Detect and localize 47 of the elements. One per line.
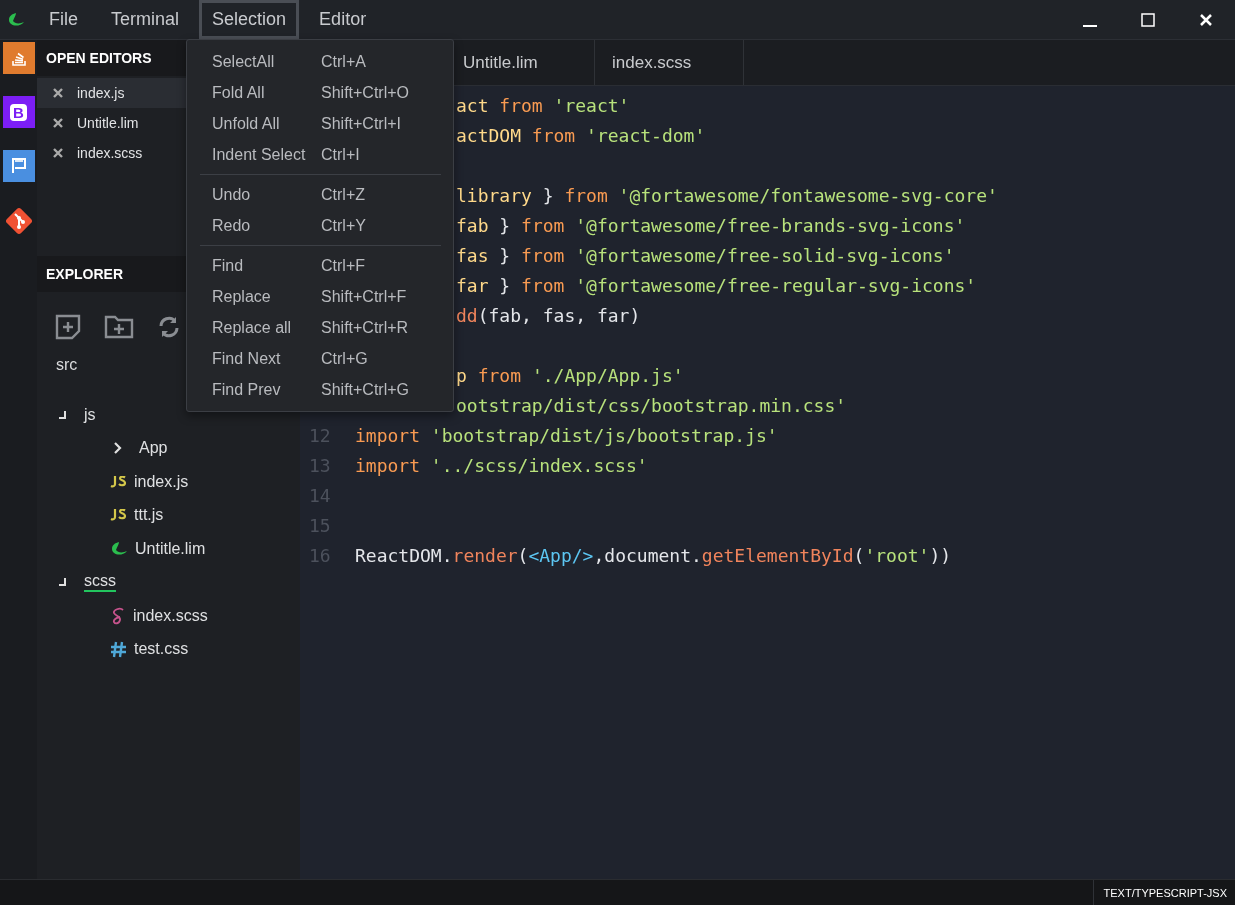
code-line: import '../scss/index.scss' <box>355 454 648 476</box>
code-line: p from './App/App.js' <box>455 364 684 386</box>
corner-icon[interactable] <box>58 577 68 588</box>
js-file-icon <box>110 475 127 488</box>
language-mode[interactable]: TEXT/TYPESCRIPT-JSX <box>1092 880 1235 905</box>
menu-item[interactable]: Terminal <box>98 0 193 39</box>
code-line: actDOM from 'react-dom' <box>455 124 706 146</box>
corner-icon[interactable] <box>58 409 68 420</box>
menu-option[interactable]: Find Next Ctrl+G <box>187 343 453 374</box>
bootstrap-icon[interactable]: B <box>2 96 35 128</box>
explorer-entry[interactable]: index.scss <box>37 599 300 633</box>
explorer-entry[interactable]: ttt.js <box>37 498 300 532</box>
code-line: act from 'react' <box>455 94 630 116</box>
menu-option[interactable]: Indent Select Ctrl+I <box>187 139 453 170</box>
folder-entry[interactable]: App <box>37 431 300 465</box>
close-icon[interactable] <box>53 148 63 158</box>
refresh-icon[interactable] <box>157 315 181 339</box>
explorer-entry[interactable]: index.js <box>37 465 300 499</box>
new-folder-icon[interactable] <box>104 315 134 339</box>
new-file-icon[interactable] <box>55 314 81 340</box>
chevron-right-icon[interactable] <box>113 442 123 455</box>
menu-item[interactable]: Selection <box>199 0 300 39</box>
explorer-entry[interactable]: Untitle.lim <box>37 532 300 566</box>
menu-option[interactable]: Undo Ctrl+Z <box>187 179 453 210</box>
js-file-icon <box>110 509 127 522</box>
menu-option[interactable]: Redo Ctrl+Y <box>187 210 453 241</box>
sass-icon <box>110 606 126 625</box>
menu-option[interactable]: Replace all Shift+Ctrl+R <box>187 312 453 343</box>
menu-option[interactable]: Unfold All Shift+Ctrl+I <box>187 108 453 139</box>
code-line: ootstrap/dist/css/bootstrap.min.css' <box>455 394 847 416</box>
close-icon[interactable] <box>53 118 63 128</box>
close-icon <box>1199 12 1213 27</box>
stack-icon[interactable] <box>2 42 35 74</box>
maximize-icon <box>1141 12 1155 27</box>
leaf-icon <box>110 540 128 557</box>
editor-tab[interactable]: index.scss <box>594 40 744 85</box>
explorer-entry[interactable]: test.css <box>37 632 300 666</box>
menu-item[interactable]: Editor <box>306 0 380 39</box>
minimize-icon <box>1083 24 1097 27</box>
flag-icon[interactable] <box>2 150 35 182</box>
close-icon[interactable] <box>53 88 63 98</box>
folder-entry[interactable]: scss <box>37 565 300 599</box>
hash-icon <box>110 640 127 658</box>
menu-item[interactable]: File <box>36 0 91 39</box>
code-line: import 'bootstrap/dist/js/bootstrap.js' <box>355 424 778 446</box>
code-line: dd(fab, fas, far) <box>455 304 641 326</box>
code-line: ReactDOM.render(<App/>,document.getElementById('root')) <box>355 544 952 566</box>
